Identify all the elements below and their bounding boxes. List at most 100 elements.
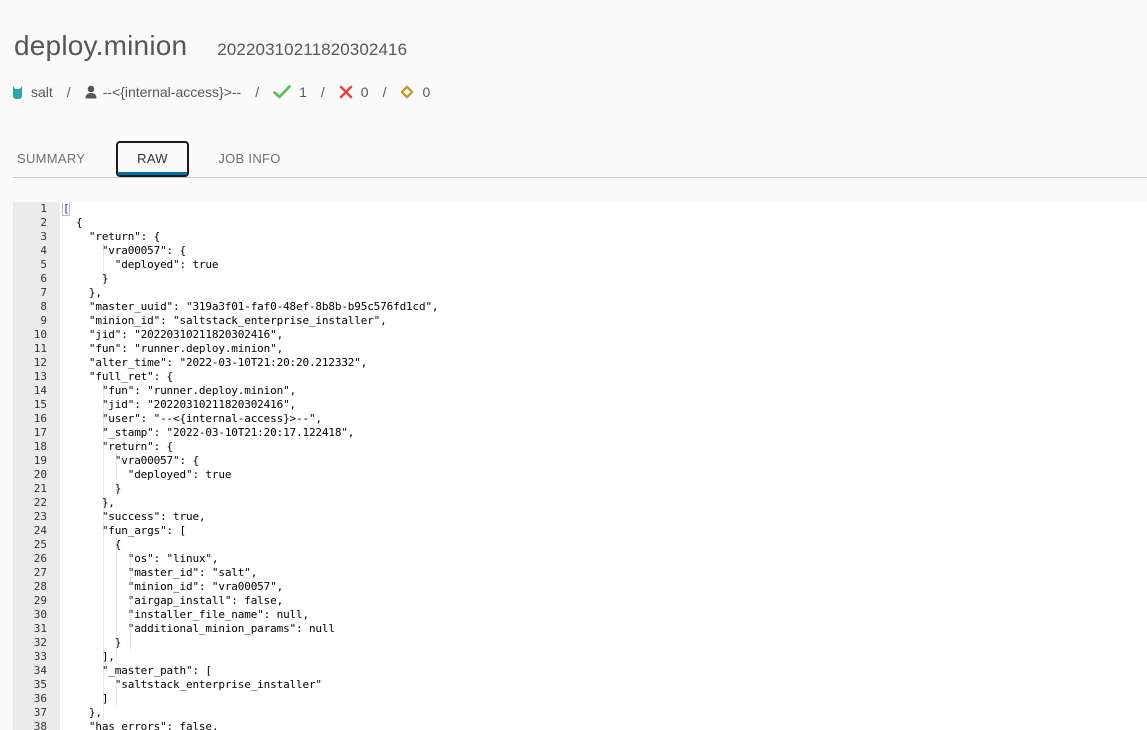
job-tabs: SUMMARY RAW JOB INFO bbox=[13, 141, 1147, 178]
code-line: 37 }, bbox=[13, 706, 1147, 720]
line-number: 27 bbox=[33, 566, 47, 579]
line-number: 28 bbox=[33, 580, 47, 593]
code-line: 33 ], bbox=[13, 650, 1147, 664]
code-text: "full_ret": { bbox=[63, 370, 174, 383]
code-text: "installer_file_name": null, bbox=[63, 608, 309, 621]
succeeded-value: 1 bbox=[299, 84, 307, 100]
code-line: 25 { bbox=[13, 538, 1147, 552]
code-line: 21 } bbox=[13, 482, 1147, 496]
line-number: 4 bbox=[40, 244, 47, 257]
code-line: 34 "_master_path": [ bbox=[13, 664, 1147, 678]
line-number: 29 bbox=[33, 594, 47, 607]
code-text: "deployed": true bbox=[63, 468, 232, 481]
separator: / bbox=[320, 84, 325, 100]
tab-summary[interactable]: SUMMARY bbox=[13, 141, 93, 177]
code-text: "success": true, bbox=[63, 510, 206, 523]
code-text: "saltstack_enterprise_installer" bbox=[63, 678, 322, 691]
code-text: "vra00057": { bbox=[63, 244, 186, 257]
code-text: "_stamp": "2022-03-10T21:20:17.122418", bbox=[63, 426, 355, 439]
code-line: 16 "user": "--<{internal-access}>--", bbox=[13, 412, 1147, 426]
line-number: 20 bbox=[33, 468, 47, 481]
code-line: 26 "os": "linux", bbox=[13, 552, 1147, 566]
code-text: } bbox=[63, 272, 109, 285]
code-line: 3 "return": { bbox=[13, 230, 1147, 244]
code-line: 30 "installer_file_name": null, bbox=[13, 608, 1147, 622]
code-text: { bbox=[63, 538, 122, 551]
line-number: 16 bbox=[33, 412, 47, 425]
code-lines: 1[2 {3 "return": {4 "vra00057": {5 "depl… bbox=[13, 202, 1147, 730]
code-line: 14 "fun": "runner.deploy.minion", bbox=[13, 384, 1147, 398]
separator: / bbox=[66, 84, 71, 100]
line-number: 26 bbox=[33, 552, 47, 565]
indent-guide bbox=[129, 552, 131, 650]
line-number: 32 bbox=[33, 636, 47, 649]
master-name: salt bbox=[31, 84, 53, 100]
x-icon bbox=[339, 85, 353, 99]
code-text: "additional_minion_params": null bbox=[63, 622, 335, 635]
succeeded-count: 1 bbox=[273, 84, 307, 100]
code-line: 23 "success": true, bbox=[13, 510, 1147, 524]
failed-value: 0 bbox=[360, 84, 369, 100]
code-text: "jid": "20220310211820302416", bbox=[63, 398, 297, 411]
user-name: --<{internal-access}>-- bbox=[102, 84, 242, 100]
code-line: 13 "full_ret": { bbox=[13, 370, 1147, 384]
raw-json-editor[interactable]: 1[2 {3 "return": {4 "vra00057": {5 "depl… bbox=[13, 202, 1147, 730]
code-text: { bbox=[63, 216, 83, 229]
line-number: 36 bbox=[33, 692, 47, 705]
line-number: 33 bbox=[33, 650, 47, 663]
code-line: 31 "additional_minion_params": null bbox=[13, 622, 1147, 636]
page-header: deploy.minion 20220310211820302416 bbox=[14, 30, 407, 62]
code-text: "master_id": "salt", bbox=[63, 566, 258, 579]
code-line: 18 "return": { bbox=[13, 440, 1147, 454]
code-line: 28 "minion_id": "vra00057", bbox=[13, 580, 1147, 594]
code-line: 35 "saltstack_enterprise_installer" bbox=[13, 678, 1147, 692]
line-number: 5 bbox=[40, 258, 47, 271]
code-line: 1[ bbox=[13, 202, 1147, 216]
code-text: "return": { bbox=[63, 440, 174, 453]
indent-guide bbox=[116, 678, 118, 706]
code-line: 29 "airgap_install": false, bbox=[13, 594, 1147, 608]
code-line: 24 "fun_args": [ bbox=[13, 524, 1147, 538]
code-line: 27 "master_id": "salt", bbox=[13, 566, 1147, 580]
code-text: "return": { bbox=[63, 230, 161, 243]
code-line: 6 } bbox=[13, 272, 1147, 286]
line-number: 14 bbox=[33, 384, 47, 397]
code-text: }, bbox=[63, 286, 102, 299]
code-text: "alter_time": "2022-03-10T21:20:20.21233… bbox=[63, 356, 368, 369]
code-line: 32 } bbox=[13, 636, 1147, 650]
line-number: 19 bbox=[33, 454, 47, 467]
tab-raw[interactable]: RAW bbox=[116, 141, 189, 177]
line-number: 25 bbox=[33, 538, 47, 551]
diamond-icon bbox=[400, 85, 414, 99]
code-text: "jid": "20220310211820302416", bbox=[63, 328, 284, 341]
code-text: "os": "linux", bbox=[63, 552, 219, 565]
line-number: 30 bbox=[33, 608, 47, 621]
other-count: 0 bbox=[400, 84, 430, 100]
code-text: "minion_id": "saltstack_enterprise_insta… bbox=[63, 314, 387, 327]
line-number: 3 bbox=[40, 230, 47, 243]
line-number: 8 bbox=[40, 300, 47, 313]
code-line: 5 "deployed": true bbox=[13, 258, 1147, 272]
code-line: 38 "has_errors": false, bbox=[13, 720, 1147, 730]
line-number: 10 bbox=[33, 328, 47, 341]
code-line: 10 "jid": "20220310211820302416", bbox=[13, 328, 1147, 342]
code-text: } bbox=[63, 482, 122, 495]
code-line: 19 "vra00057": { bbox=[13, 454, 1147, 468]
line-number: 23 bbox=[33, 510, 47, 523]
indent-guide bbox=[116, 454, 118, 496]
code-text: "fun": "runner.deploy.minion", bbox=[63, 384, 297, 397]
line-number: 7 bbox=[40, 286, 47, 299]
indent-guide bbox=[116, 538, 118, 664]
line-number: 1 bbox=[40, 202, 47, 215]
code-text: "user": "--<{internal-access}>--", bbox=[63, 412, 322, 425]
code-text: }, bbox=[63, 496, 115, 509]
line-number: 2 bbox=[40, 216, 47, 229]
separator: / bbox=[255, 84, 260, 100]
other-value: 0 bbox=[422, 84, 431, 100]
line-number: 15 bbox=[33, 398, 47, 411]
job-detail-page: deploy.minion 20220310211820302416 salt … bbox=[0, 0, 1147, 730]
code-line: 22 }, bbox=[13, 496, 1147, 510]
tab-job-info[interactable]: JOB INFO bbox=[216, 141, 283, 177]
job-id: 20220310211820302416 bbox=[217, 40, 408, 59]
code-line: 15 "jid": "20220310211820302416", bbox=[13, 398, 1147, 412]
